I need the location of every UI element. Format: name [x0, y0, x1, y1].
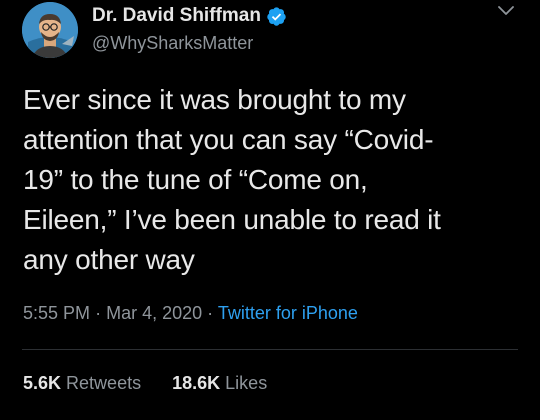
tweet-text-line: Ever since it was brought to my — [23, 84, 406, 115]
retweets-label: Retweets — [66, 373, 142, 393]
tweet-text-line: attention that you can say “Covid- — [23, 124, 434, 155]
likes-stat[interactable]: 18.6K Likes — [172, 373, 267, 393]
likes-label: Likes — [225, 373, 268, 393]
retweets-stat[interactable]: 5.6K Retweets — [23, 373, 141, 393]
author-handle[interactable]: @WhySharksMatter — [92, 33, 253, 54]
verified-badge-icon — [267, 6, 286, 26]
tweet-card: Dr. David Shiffman @WhySharksMatter Ever… — [0, 0, 540, 420]
author-display-name[interactable]: Dr. David Shiffman — [92, 5, 261, 27]
tweet-time[interactable]: 5:55 PM — [23, 303, 90, 323]
tweet-text-line: Eileen,” I’ve been unable to read it — [23, 204, 441, 235]
tweet-text: Ever since it was brought to my attentio… — [23, 80, 523, 280]
meta-separator: · — [207, 303, 214, 323]
likes-count: 18.6K — [172, 373, 221, 393]
divider — [22, 349, 518, 350]
tweet-text-line: any other way — [23, 244, 195, 275]
tweet-date[interactable]: Mar 4, 2020 — [106, 303, 202, 323]
retweets-count: 5.6K — [23, 373, 62, 393]
meta-separator: · — [95, 303, 102, 323]
author-name-row: Dr. David Shiffman — [92, 5, 287, 27]
tweet-meta: 5:55 PM · Mar 4, 2020 · Twitter for iPho… — [23, 303, 358, 324]
chevron-down-icon[interactable] — [496, 4, 516, 18]
tweet-source-link[interactable]: Twitter for iPhone — [218, 303, 358, 323]
tweet-stats: 5.6K Retweets 18.6K Likes — [23, 373, 267, 394]
avatar[interactable] — [22, 2, 78, 58]
tweet-text-line: 19” to the tune of “Come on, — [23, 164, 368, 195]
